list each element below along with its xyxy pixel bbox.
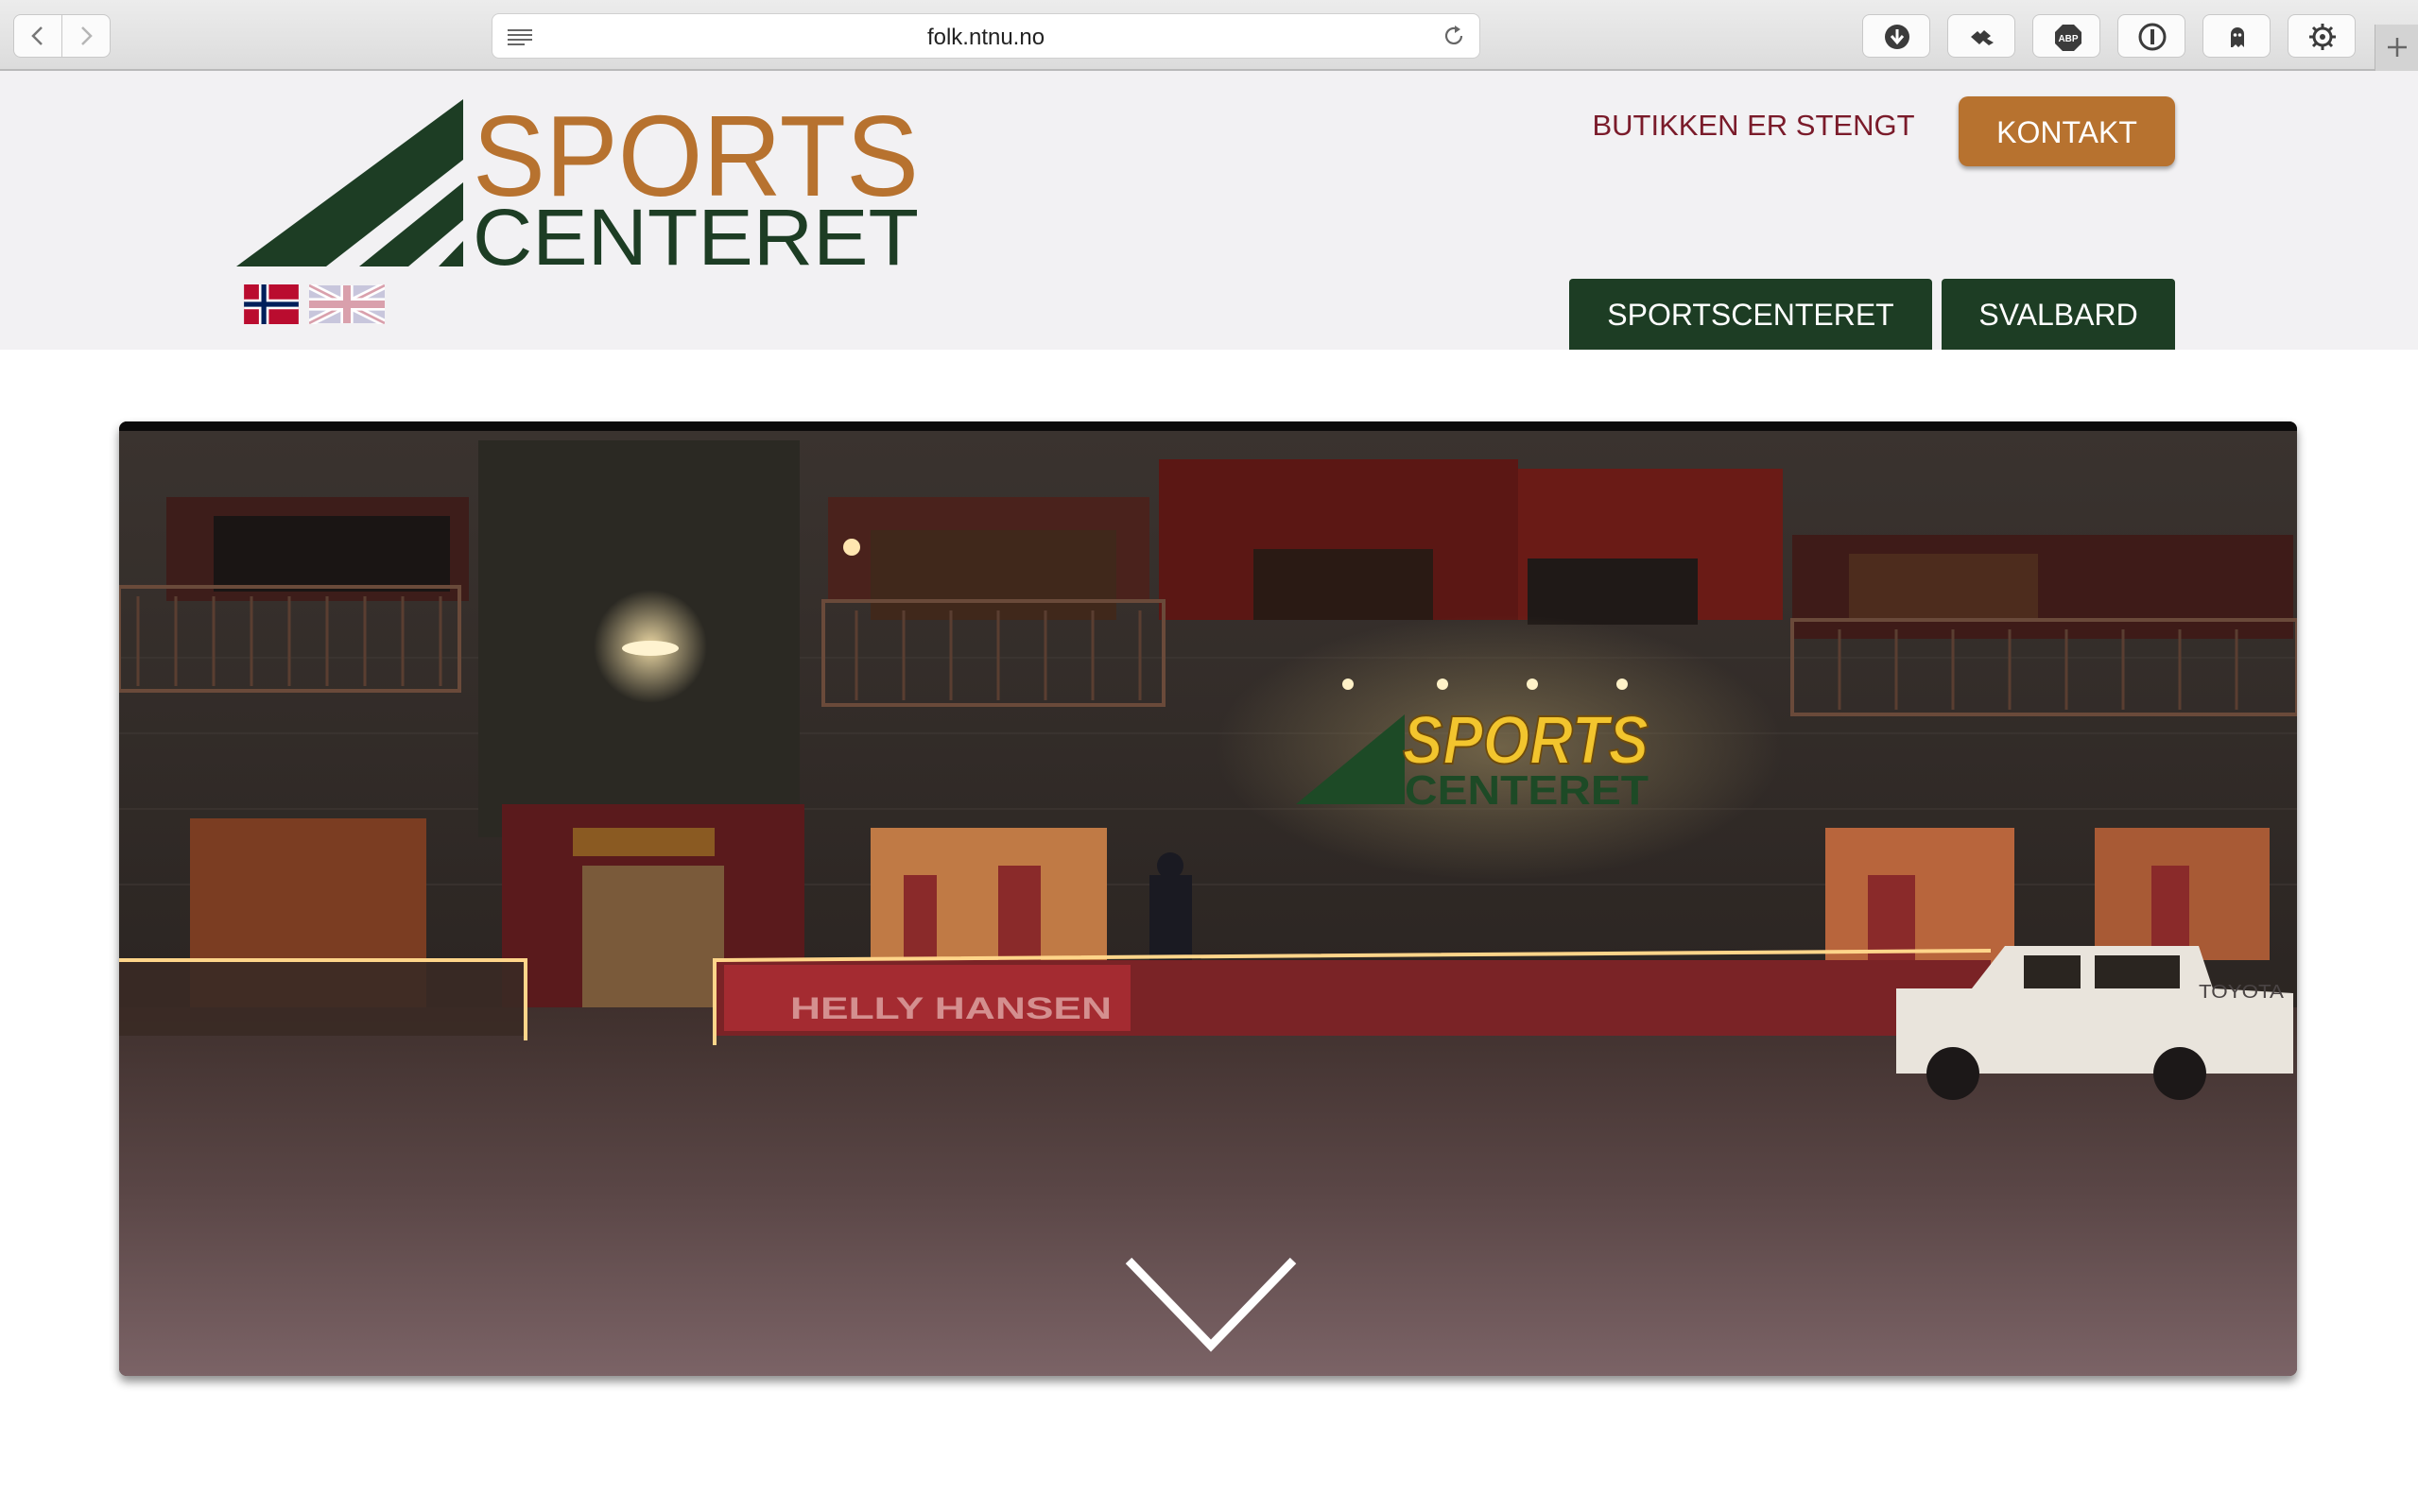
puzzle-extension-icon	[1971, 30, 1994, 45]
contact-button[interactable]: KONTAKT	[1959, 96, 2175, 166]
password-manager-icon	[2138, 23, 2167, 51]
chevron-down-icon[interactable]	[1121, 1253, 1301, 1357]
sportscenteret-logo[interactable]: SPORTS CENTERET	[236, 99, 926, 269]
address-bar[interactable]: folk.ntnu.no	[492, 13, 1480, 59]
logo-text-centeret: CENTERET	[473, 193, 919, 269]
download-icon	[1885, 25, 1909, 49]
logo-triangle	[236, 99, 463, 266]
uk-flag[interactable]	[309, 284, 385, 324]
download-button[interactable]	[1862, 14, 1930, 58]
store-status: BUTIKKEN ER STENGT	[1592, 109, 1915, 142]
site-header: SPORTS CENTERET BUTIKKEN ER STENGT KONTA…	[0, 71, 2418, 350]
settings-button[interactable]	[2288, 14, 2356, 58]
ghostery-button[interactable]	[2202, 14, 2271, 58]
adblock-button[interactable]: ABP	[2032, 14, 2100, 58]
storefront-photo: SPORTS CENTERET HELLY HANSEN TOYOTA	[119, 421, 2297, 1376]
banner-text: HELLY HANSEN	[790, 991, 1112, 1025]
back-button[interactable]	[13, 14, 62, 58]
extension-button[interactable]	[1947, 14, 2015, 58]
tab-svalbard[interactable]: SVALBARD	[1942, 279, 2175, 350]
norwegian-flag[interactable]	[244, 284, 299, 324]
chevron-right-icon	[81, 26, 93, 45]
plus-icon	[2388, 38, 2407, 57]
url-text: folk.ntnu.no	[926, 25, 1045, 50]
adblock-icon: ABP	[2055, 25, 2081, 51]
forward-button[interactable]	[61, 14, 111, 58]
storefront-sign-centeret: CENTERET	[1405, 767, 1649, 814]
ghostery-icon	[2231, 27, 2244, 47]
svg-text:ABP: ABP	[2058, 34, 2078, 44]
new-tab-button[interactable]	[2375, 25, 2418, 71]
reload-icon[interactable]	[1442, 24, 1466, 48]
password-manager-button[interactable]	[2117, 14, 2185, 58]
settings-gear-icon	[2309, 24, 2336, 50]
chevron-left-icon	[31, 26, 43, 45]
hero-image: SPORTS CENTERET HELLY HANSEN TOYOTA	[119, 421, 2297, 1376]
tab-sportscenteret[interactable]: SPORTSCENTERET	[1569, 279, 1932, 350]
browser-toolbar: folk.ntnu.no ABP	[0, 0, 2418, 71]
truck-text: TOYOTA	[2199, 982, 2285, 1003]
